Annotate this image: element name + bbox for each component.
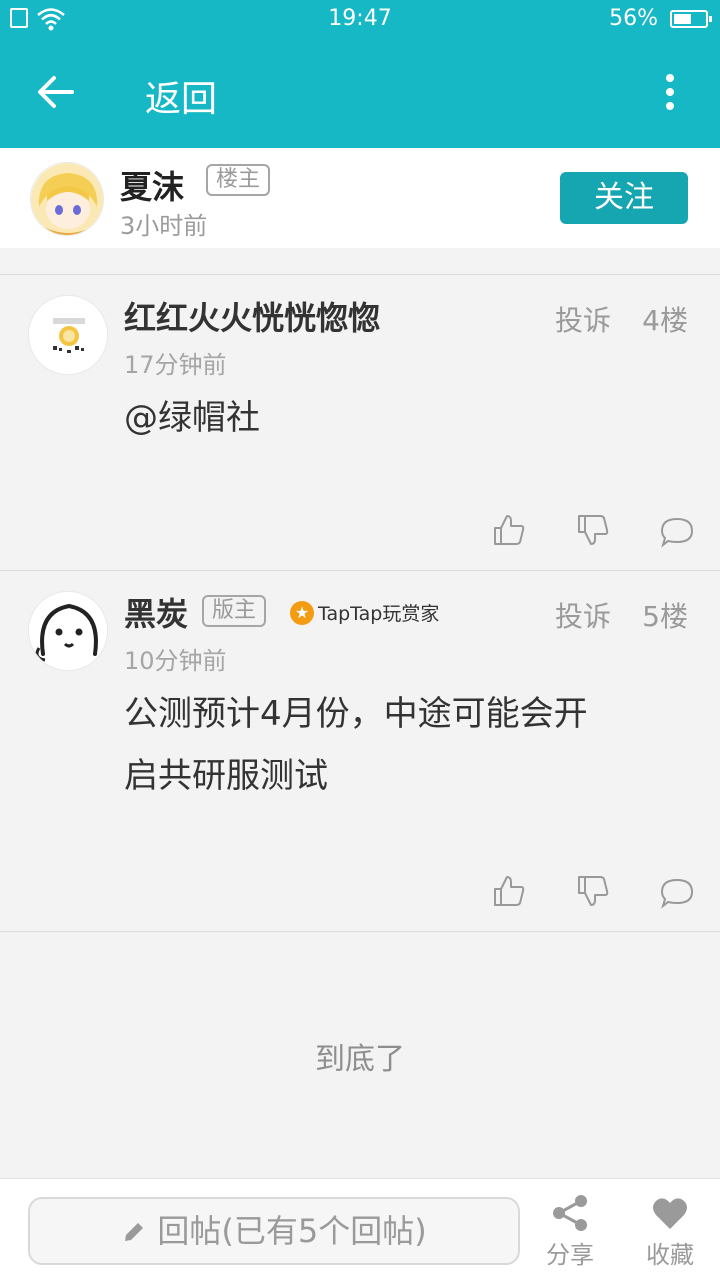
anime-avatar-icon — [31, 163, 103, 235]
end-of-list-text: 到底了 — [315, 1042, 405, 1077]
report-button[interactable]: 投诉 — [555, 595, 611, 635]
author-avatar[interactable] — [30, 162, 104, 236]
comment-icon[interactable] — [660, 515, 694, 549]
favorite-label: 收藏 — [646, 1241, 694, 1269]
op-tag: 楼主 — [206, 164, 271, 196]
divider — [0, 931, 720, 932]
medal-icon: ★ — [290, 600, 314, 625]
pencil-icon — [125, 1223, 144, 1241]
badge-label: TapTap玩赏家 — [318, 603, 440, 625]
reply-input[interactable]: 回帖(已有5个回帖) — [28, 1197, 520, 1265]
reply-body-line: 公测预计4月份，中途可能会开 — [124, 694, 588, 734]
user-badge: ★ TapTap玩赏家 — [290, 599, 439, 626]
back-title[interactable]: 返回 — [145, 70, 217, 122]
reply-body-line: 启共研服测试 — [124, 756, 328, 796]
reply-user-name[interactable]: 黑炭 — [124, 589, 188, 635]
bottom-bar: 回帖(已有5个回帖) 分享 收藏 — [0, 1178, 720, 1280]
author-name[interactable]: 夏沫 — [120, 162, 184, 208]
reply-time: 17分钟前 — [124, 351, 227, 379]
heart-icon — [653, 1198, 687, 1229]
reply-item-floor-4: 红红火火恍恍惚惚 17分钟前 投诉 4楼 @绿帽社 — [0, 275, 720, 570]
moderator-tag: 版主 — [202, 595, 267, 627]
follow-button[interactable]: 关注 — [560, 172, 688, 224]
cartoon-avatar-icon — [29, 592, 107, 670]
share-label: 分享 — [546, 1241, 594, 1269]
favorite-button[interactable]: 收藏 — [630, 1193, 710, 1270]
reply-item-floor-5: 黑炭 版主 ★ TapTap玩赏家 10分钟前 投诉 5楼 公测预计4月份，中途… — [0, 571, 720, 931]
reply-user-name[interactable]: 红红火火恍恍惚惚 — [124, 293, 380, 339]
arrow-left-icon[interactable] — [34, 70, 78, 114]
thumbs-up-icon[interactable] — [492, 513, 526, 547]
reply-body: 公测预计4月份，中途可能会开 启共研服测试 — [124, 683, 684, 807]
thumbs-down-icon[interactable] — [576, 874, 610, 908]
comment-icon[interactable] — [660, 876, 694, 910]
battery-percent: 56% — [609, 6, 658, 31]
reply-time: 10分钟前 — [124, 647, 227, 675]
floor-number: 5楼 — [642, 600, 688, 633]
reply-placeholder: 回帖(已有5个回帖) — [157, 1212, 427, 1250]
share-button[interactable]: 分享 — [530, 1193, 610, 1270]
reply-avatar[interactable] — [28, 591, 108, 671]
floor-number: 4楼 — [642, 304, 688, 337]
app-bar: 返回 — [0, 40, 720, 148]
thumbs-down-icon[interactable] — [576, 513, 610, 547]
post-time: 3小时前 — [120, 212, 208, 240]
report-button[interactable]: 投诉 — [555, 299, 611, 339]
battery-icon — [670, 10, 712, 28]
post-author-header: 夏沫 楼主 3小时前 关注 — [0, 148, 720, 248]
reply-avatar[interactable] — [28, 295, 108, 375]
more-vertical-icon[interactable] — [664, 74, 676, 114]
reply-body: @绿帽社 — [124, 398, 260, 438]
status-bar: 19:47 56% — [0, 0, 720, 40]
share-icon — [553, 1195, 587, 1231]
thumbs-up-icon[interactable] — [492, 874, 526, 908]
qr-avatar-icon — [29, 296, 107, 374]
